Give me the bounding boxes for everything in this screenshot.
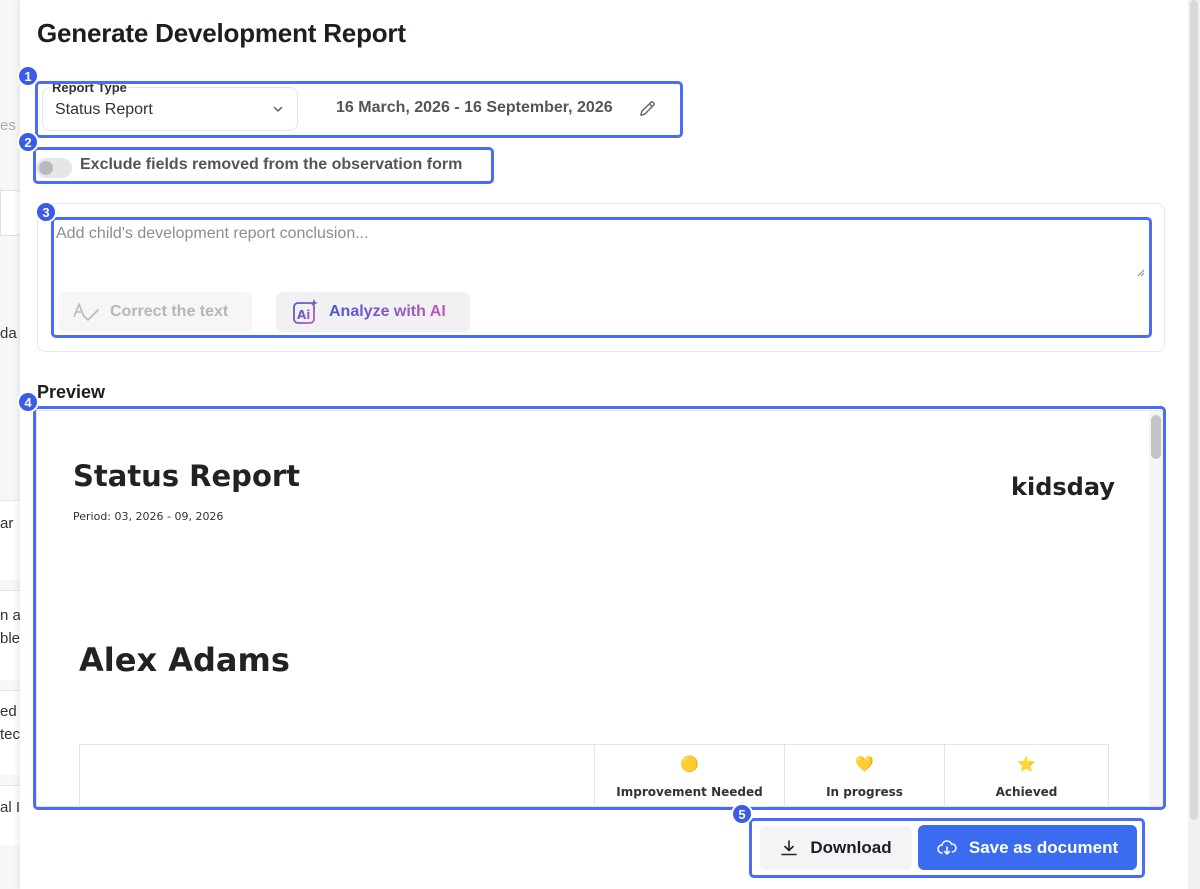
bg-card bbox=[0, 190, 22, 236]
bg-fragment: es bbox=[0, 117, 16, 134]
annotation-badge-2: 2 bbox=[17, 131, 39, 153]
bg-fragment: da bbox=[0, 325, 17, 342]
page-scroll-thumb[interactable] bbox=[1190, 0, 1198, 820]
bg-card bbox=[0, 500, 22, 580]
background-page: es da ar n a ble ed tec al I bbox=[0, 0, 22, 889]
annotation-box-3 bbox=[51, 217, 1152, 338]
annotation-box-1 bbox=[35, 81, 683, 138]
annotation-box-2 bbox=[33, 147, 494, 184]
bg-fragment: ar bbox=[0, 515, 14, 532]
annotation-badge-1: 1 bbox=[17, 65, 39, 87]
bg-fragment: al I bbox=[0, 799, 21, 816]
annotation-box-4 bbox=[33, 406, 1166, 810]
bg-fragment: tec bbox=[0, 726, 21, 743]
annotation-badge-4: 4 bbox=[17, 391, 39, 413]
bg-fragment: ble bbox=[0, 630, 21, 647]
annotation-badge-5: 5 bbox=[731, 803, 753, 825]
report-modal: Generate Development Report Report Type … bbox=[17, 0, 1188, 889]
bg-fragment: n a bbox=[0, 607, 21, 624]
modal-title: Generate Development Report bbox=[37, 18, 406, 48]
preview-heading: Preview bbox=[37, 382, 106, 402]
bg-fragment: ed bbox=[0, 703, 17, 720]
page-scrollbar[interactable] bbox=[1188, 0, 1200, 889]
annotation-badge-3: 3 bbox=[35, 201, 57, 223]
annotation-box-5 bbox=[749, 818, 1145, 878]
